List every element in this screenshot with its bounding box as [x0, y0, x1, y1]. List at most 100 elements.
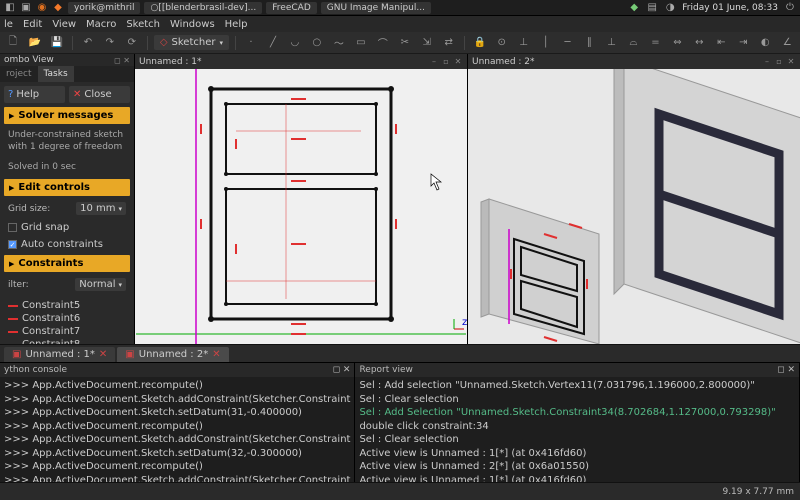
- constraint-item[interactable]: Constraint6: [8, 312, 126, 325]
- task-gimp[interactable]: GNU Image Manipul...: [321, 2, 431, 14]
- sketch-polyline-icon[interactable]: 〜: [330, 34, 348, 52]
- vol-icon[interactable]: ◑: [664, 2, 676, 14]
- firefox-icon[interactable]: ◉: [36, 2, 48, 14]
- task-browser[interactable]: ○[[blenderbrasil-dev]...: [144, 2, 262, 14]
- viewport-title: Unnamed : 1*: [139, 57, 202, 67]
- tab-project[interactable]: roject: [0, 66, 38, 82]
- sketch-toggle-icon[interactable]: ⇄: [440, 34, 458, 52]
- blender-icon[interactable]: ◆: [52, 2, 64, 14]
- constraint-par-icon[interactable]: ∥: [581, 34, 599, 52]
- min-icon[interactable]: –: [429, 57, 439, 67]
- constraint-coinc-icon[interactable]: ⊙: [493, 34, 511, 52]
- constraint-ang-icon[interactable]: ∠: [778, 34, 796, 52]
- constraint-horiz-icon[interactable]: ─: [559, 34, 577, 52]
- status-bar: 9.19 x 7.77 mm: [0, 482, 800, 500]
- doc-icon: ▣: [125, 349, 134, 360]
- constraint-rad-icon[interactable]: ◐: [756, 34, 774, 52]
- report-view[interactable]: Report view◻ ✕ Sel : Add selection "Unna…: [355, 363, 800, 482]
- menu-edit[interactable]: Edit: [23, 19, 42, 30]
- grid-size-select[interactable]: 10 mm▾: [76, 202, 126, 215]
- close-icon[interactable]: ✕: [453, 57, 463, 67]
- close-icon[interactable]: ✕: [212, 349, 220, 360]
- constraint-item[interactable]: Constraint8: [8, 338, 126, 344]
- panel-controls[interactable]: ◻ ✕: [114, 56, 130, 65]
- refresh-icon[interactable]: ⟳: [123, 34, 141, 52]
- clock: Friday 01 June, 08:33: [682, 3, 778, 13]
- doc-tab-2[interactable]: ▣ Unnamed : 2* ✕: [117, 347, 228, 362]
- grid-snap-check[interactable]: Grid snap: [4, 221, 130, 234]
- new-icon[interactable]: 🗋: [4, 34, 22, 52]
- terminal-icon[interactable]: ▣: [20, 2, 32, 14]
- tab-tasks[interactable]: Tasks: [38, 66, 74, 82]
- svg-text:z: z: [462, 317, 467, 328]
- auto-constraints-check[interactable]: ✓Auto constraints: [4, 238, 130, 251]
- console-title: ython console: [4, 365, 67, 375]
- menu-view[interactable]: View: [52, 19, 76, 30]
- help-button[interactable]: ?Help: [4, 86, 65, 103]
- solver-message-2: Solved in 0 sec: [4, 160, 130, 176]
- workbench-select[interactable]: ◇ Sketcher ▾: [154, 35, 229, 50]
- sketch-arc-icon[interactable]: ◡: [286, 34, 304, 52]
- document-tabs: ▣ Unnamed : 1* ✕ ▣ Unnamed : 2* ✕: [0, 344, 800, 362]
- close-icon[interactable]: ✕: [786, 57, 796, 67]
- close-icon[interactable]: ✕: [99, 349, 107, 360]
- power-icon[interactable]: ⏻: [784, 2, 796, 14]
- close-button[interactable]: ✕Close: [69, 86, 130, 103]
- menu-windows[interactable]: Windows: [170, 19, 215, 30]
- max-icon[interactable]: ▫: [774, 57, 784, 67]
- sketch-circle-icon[interactable]: ○: [308, 34, 326, 52]
- sketch-line-icon[interactable]: ╱: [264, 34, 282, 52]
- system-taskbar: ◧ ▣ ◉ ◆ yorik@mithril ○[[blenderbrasil-d…: [0, 0, 800, 16]
- menu-help[interactable]: Help: [225, 19, 248, 30]
- status-dimensions: 9.19 x 7.77 mm: [722, 487, 794, 497]
- sketch-point-icon[interactable]: ·: [242, 34, 260, 52]
- constraint-item[interactable]: Constraint7: [8, 325, 126, 338]
- menu-file[interactable]: le: [4, 19, 13, 30]
- section-constraints[interactable]: Constraints: [4, 255, 130, 272]
- sketch-trim-icon[interactable]: ✂: [396, 34, 414, 52]
- constraint-tan-icon[interactable]: ⌓: [624, 34, 642, 52]
- max-icon[interactable]: ▫: [441, 57, 451, 67]
- tray-icon[interactable]: ◆: [628, 2, 640, 14]
- net-icon[interactable]: ▤: [646, 2, 658, 14]
- solver-message-1: Under-constrained sketch with 1 degree o…: [4, 128, 130, 155]
- viewport-2d[interactable]: Unnamed : 1* –▫✕: [135, 54, 467, 344]
- filter-label: ilter:: [8, 280, 71, 290]
- constraint-sym-icon[interactable]: ⇔: [668, 34, 686, 52]
- constraint-point-icon[interactable]: ⊥: [515, 34, 533, 52]
- constraint-dist-icon[interactable]: ↔: [690, 34, 708, 52]
- combo-title: ombo View: [4, 55, 54, 65]
- constraint-perp-icon[interactable]: ⊥: [603, 34, 621, 52]
- constraint-lock-icon[interactable]: 🔒: [471, 34, 489, 52]
- undo-icon[interactable]: ↶: [79, 34, 97, 52]
- section-edit[interactable]: Edit controls: [4, 179, 130, 196]
- constraints-list: Constraint5 Constraint6 Constraint7 Cons…: [4, 297, 130, 344]
- combo-view: ombo View ◻ ✕ roject Tasks ?Help ✕Close …: [0, 54, 135, 344]
- sketch-fillet-icon[interactable]: ⌒: [374, 34, 392, 52]
- section-solver[interactable]: Solver messages: [4, 107, 130, 124]
- sketch-ext-icon[interactable]: ⇲: [418, 34, 436, 52]
- menu-sketch[interactable]: Sketch: [126, 19, 160, 30]
- save-icon[interactable]: 💾: [48, 34, 66, 52]
- task-terminal[interactable]: yorik@mithril: [68, 2, 140, 14]
- min-icon[interactable]: –: [762, 57, 772, 67]
- redo-icon[interactable]: ↷: [101, 34, 119, 52]
- menu-macro[interactable]: Macro: [86, 19, 116, 30]
- apps-icon[interactable]: ◧: [4, 2, 16, 14]
- constraint-disty-icon[interactable]: ⇥: [734, 34, 752, 52]
- constraint-eq-icon[interactable]: =: [646, 34, 664, 52]
- main-toolbar: 🗋 📂 💾 ↶ ↷ ⟳ ◇ Sketcher ▾ · ╱ ◡ ○ 〜 ▭ ⌒ ✂…: [0, 32, 800, 54]
- sketch-canvas[interactable]: z: [135, 69, 467, 344]
- constraint-distx-icon[interactable]: ⇤: [712, 34, 730, 52]
- constraint-vert-icon[interactable]: │: [537, 34, 555, 52]
- open-icon[interactable]: 📂: [26, 34, 44, 52]
- doc-tab-1[interactable]: ▣ Unnamed : 1* ✕: [4, 347, 115, 362]
- task-freecad[interactable]: FreeCAD: [266, 2, 316, 14]
- filter-select[interactable]: Normal▾: [75, 278, 126, 291]
- panel-controls[interactable]: ◻ ✕: [333, 365, 351, 375]
- sketch-rect-icon[interactable]: ▭: [352, 34, 370, 52]
- python-console[interactable]: ython console◻ ✕ >>> App.ActiveDocument.…: [0, 363, 355, 482]
- constraint-item[interactable]: Constraint5: [8, 299, 126, 312]
- viewport-3d[interactable]: Unnamed : 2* –▫✕: [468, 54, 800, 344]
- panel-controls[interactable]: ◻ ✕: [777, 365, 795, 375]
